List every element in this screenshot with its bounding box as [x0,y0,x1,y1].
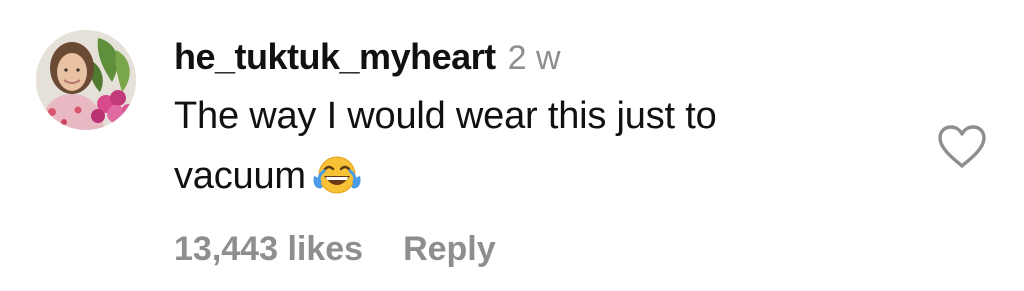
avatar[interactable] [36,30,136,130]
comment-text-line2: vacuum [174,155,306,197]
username-link[interactable]: he_tuktuk_myheart [174,36,496,78]
heart-outline-icon[interactable] [936,124,988,170]
likes-count-link[interactable]: 13,443 likes [174,230,363,269]
comment-text: The way I would wear this just to vacuum [174,86,894,206]
comment: he_tuktuk_myheart 2 w The way I would we… [0,0,1024,291]
comment-header: he_tuktuk_myheart 2 w [174,36,894,80]
avatar-image [36,30,136,130]
comment-timestamp: 2 w [507,39,561,77]
reply-button[interactable]: Reply [403,230,496,269]
comment-body: he_tuktuk_myheart 2 w The way I would we… [174,36,894,206]
comment-actions: 13,443 likes Reply [174,230,496,269]
comment-text-line1: The way I would wear this just to [174,95,717,137]
tears-of-joy-emoji-icon [312,154,362,196]
